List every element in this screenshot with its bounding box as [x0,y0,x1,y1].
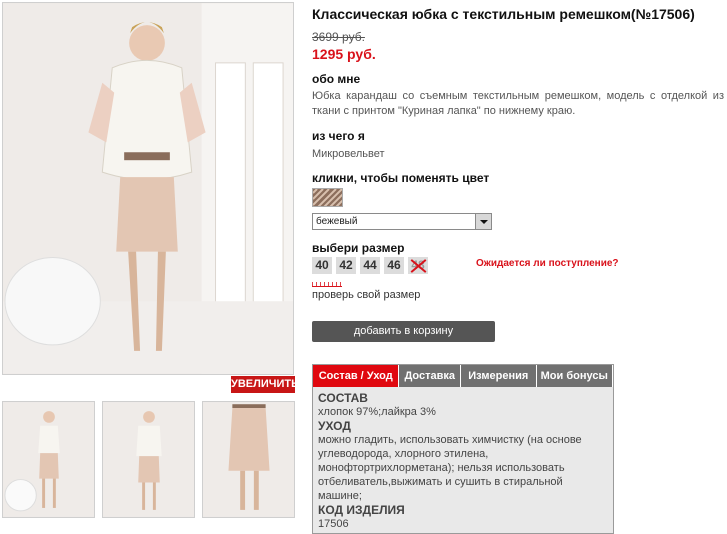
composition-heading: СОСТАВ [318,391,368,405]
houndstooth-pattern-icon [313,189,342,206]
size-48-unavailable[interactable]: 48 [408,257,428,274]
size-42[interactable]: 42 [336,257,356,274]
material-heading: из чего я [312,129,365,143]
care-heading: УХОД [318,419,351,433]
care-value: можно гладить, использовать химчистку (н… [318,434,582,502]
tab-composition-care[interactable]: Состав / Уход [313,365,400,387]
tab-bar: Состав / Уход Доставка Измерения Мои бон… [313,365,613,387]
composition-value: хлопок 97%;лайкра 3% [318,406,436,418]
model-photo-illustration [3,3,293,374]
product-title: Классическая юбка с текстильным ремешком… [312,6,695,22]
tab-measurements[interactable]: Измерения [461,365,537,387]
size-40[interactable]: 40 [312,257,332,274]
thumbnail-illustration [3,402,94,517]
tab-content: СОСТАВ хлопок 97%;лайкра 3% УХОД можно г… [313,387,613,533]
ruler-line [312,282,342,287]
size-heading: выбери размер [312,241,405,255]
chevron-down-icon[interactable] [475,214,491,229]
size-46[interactable]: 46 [384,257,404,274]
main-product-photo[interactable] [2,2,294,375]
color-swatch[interactable] [312,188,343,207]
code-heading: КОД ИЗДЕЛИЯ [318,503,405,517]
color-select-value: бежевый [316,216,358,227]
thumbnail-3[interactable] [202,401,295,518]
thumbnail-1[interactable] [2,401,95,518]
info-tabs: Состав / Уход Доставка Измерения Мои бон… [312,364,614,534]
await-stock-link[interactable]: Ожидается ли поступление? [476,258,619,269]
code-value: 17506 [318,518,349,530]
thumbnail-2[interactable] [102,401,195,518]
check-size-link[interactable]: проверь свой размер [312,289,420,301]
color-heading: кликни, чтобы поменять цвет [312,171,490,185]
new-price: 1295 руб. [312,46,376,62]
about-text: Юбка карандаш со съемным текстильным рем… [312,90,724,117]
size-44[interactable]: 44 [360,257,380,274]
tab-delivery[interactable]: Доставка [399,365,462,387]
material-value: Микровельвет [312,148,385,160]
tab-bonuses[interactable]: Мои бонусы [536,365,613,387]
add-to-cart-button[interactable]: добавить в корзину [312,321,495,342]
zoom-button[interactable]: УВЕЛИЧИТЬ [231,376,299,393]
thumbnail-illustration [203,402,294,517]
old-price: 3699 руб. [312,30,365,44]
thumbnail-illustration [103,402,194,517]
about-heading: обо мне [312,72,361,86]
color-select[interactable]: бежевый [312,213,492,230]
size-options: 40 42 44 46 48 [312,257,428,274]
